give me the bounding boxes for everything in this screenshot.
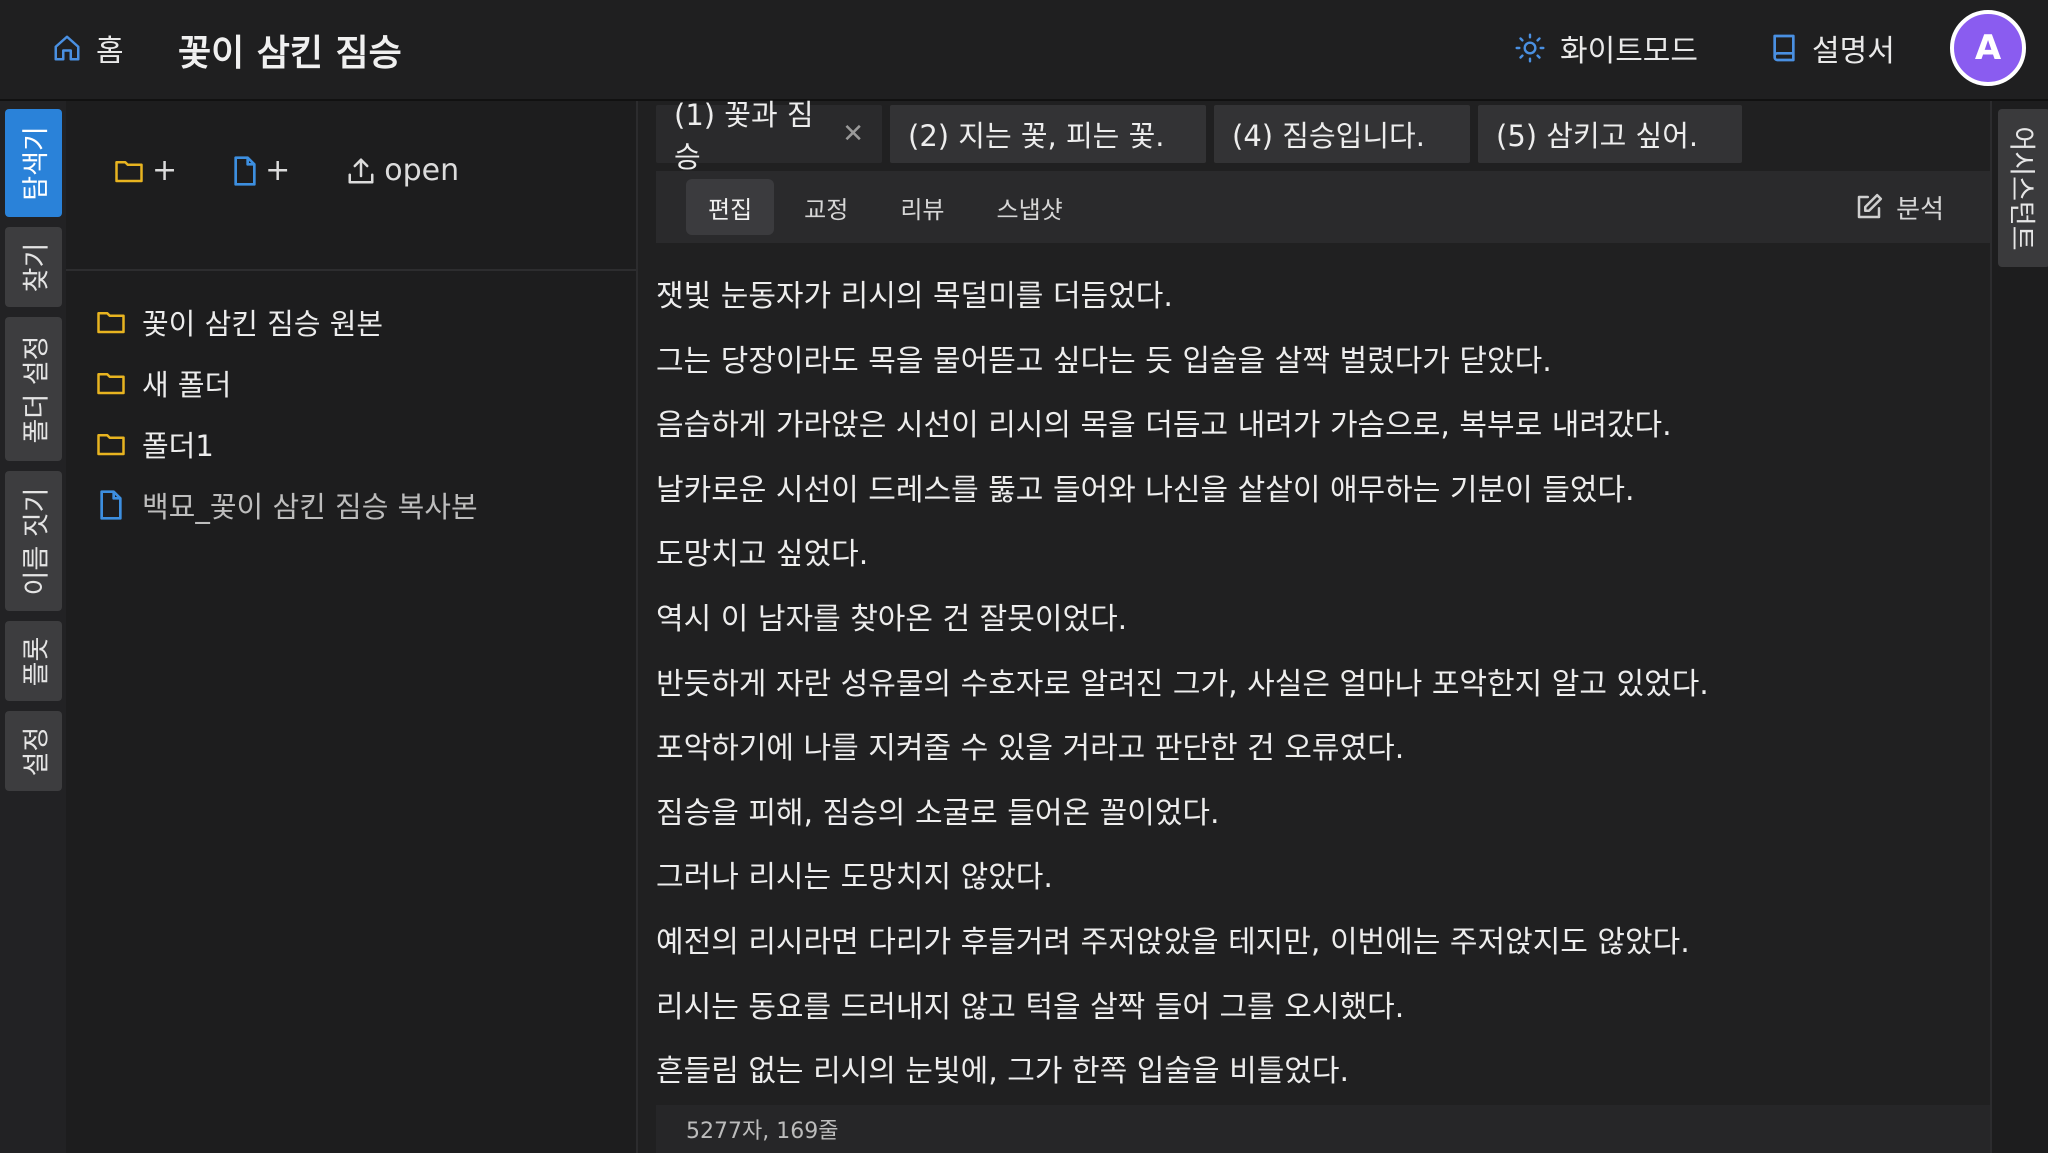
sun-icon — [1514, 32, 1546, 64]
tree-item-label: 백묘_꽃이 삼킨 짐승 복사본 — [142, 489, 478, 524]
home-button[interactable]: 홈 — [52, 28, 124, 69]
text-line: 날카로운 시선이 드레스를 뚫고 들어와 나신을 샅샅이 애무하는 기분이 들었… — [656, 472, 1635, 508]
text-line: 리시는 동요를 드러내지 않고 턱을 살짝 들어 그를 오시했다. — [656, 989, 1405, 1025]
folder-icon — [114, 158, 144, 184]
tab-assistant[interactable]: 어시스턴트 — [1998, 109, 2048, 267]
character-count: 5277자, 169줄 — [686, 1119, 839, 1144]
text-line: 짐승을 피해, 짐승의 소굴로 들어온 꼴이었다. — [656, 795, 1220, 831]
mode-tab-review[interactable]: 리뷰 — [878, 179, 966, 235]
tab-document-4[interactable]: (4) 짐승입니다. — [1214, 105, 1470, 163]
text-line: 예전의 리시라면 다리가 후들거려 주저앉았을 테지만, 이번에는 주저앉지도 … — [656, 924, 1690, 960]
text-line: 도망치고 싶었다. — [656, 537, 869, 573]
tab-label: (1) 꽃과 짐승 — [674, 98, 814, 174]
mode-tab-snapshot[interactable]: 스냅샷 — [975, 179, 1085, 235]
tab-settings[interactable]: 설정 — [5, 711, 62, 791]
explorer-panel: + + open 꽃이 삼킨 짐승 원본 새 폴더 폴더1 백묘_꽃이 삼킨 짐… — [66, 101, 638, 1153]
tab-explorer[interactable]: 탐색기 — [5, 109, 62, 217]
manual-button[interactable]: 설명서 — [1770, 28, 1895, 69]
tab-naming[interactable]: 이름 짓기 — [5, 471, 62, 611]
text-line: 포악하기에 나를 지켜줄 수 있을 거라고 판단한 건 오류였다. — [656, 731, 1405, 767]
assistant-bar: 어시스턴트 — [1990, 101, 2048, 1153]
explorer-toolbar: + + open — [114, 153, 459, 188]
text-line: 음습하게 가라앉은 시선이 리시의 목을 더듬고 내려가 가슴으로, 복부로 내… — [656, 408, 1672, 444]
file-icon — [233, 155, 257, 186]
mode-tabs: 편집 교정 리뷰 스냅샷 — [686, 179, 1085, 235]
tab-document-2[interactable]: (2) 지는 꽃, 피는 꽃. — [890, 105, 1206, 163]
assistant-label: 어시스턴트 — [2005, 125, 2037, 251]
tab-label: (4) 짐승입니다. — [1232, 119, 1425, 153]
folder-icon — [96, 431, 126, 457]
analysis-button[interactable]: 분석 — [1854, 185, 1944, 229]
page-title: 꽃이 삼킨 짐승 — [178, 33, 402, 74]
book-icon — [1770, 32, 1798, 64]
avatar[interactable]: A — [1950, 10, 2026, 86]
close-icon[interactable]: ✕ — [842, 119, 864, 149]
open-button[interactable]: open — [346, 153, 459, 188]
file-icon — [96, 489, 126, 520]
status-bar: 5277자, 169줄 — [656, 1105, 1990, 1153]
text-line: 흔들림 없는 리시의 눈빛에, 그가 한쪽 입술을 비틀었다. — [656, 1054, 1350, 1090]
new-folder-label: + — [152, 153, 178, 188]
mode-tab-proofread[interactable]: 교정 — [782, 179, 870, 235]
manual-label: 설명서 — [1812, 34, 1895, 69]
divider — [66, 269, 636, 271]
tree-item-label: 새 폴더 — [142, 367, 232, 402]
mode-toolbar: 편집 교정 리뷰 스냅샷 분석 — [656, 171, 1990, 243]
tab-label: (5) 삼키고 싶어. — [1496, 119, 1699, 153]
text-line: 그는 당장이라도 목을 물어뜯고 싶다는 듯 입술을 살짝 벌렸다가 닫았다. — [656, 343, 1552, 379]
tree-item-label: 폴더1 — [142, 428, 214, 463]
tree-file[interactable]: 백묘_꽃이 삼킨 짐승 복사본 — [96, 474, 478, 535]
upload-icon — [346, 156, 376, 186]
text-line: 반듯하게 자란 성유물의 수호자로 알려진 그가, 사실은 얼마나 포악한지 알… — [656, 666, 1709, 702]
home-label: 홈 — [96, 34, 124, 69]
tab-label: (2) 지는 꽃, 피는 꽃. — [908, 119, 1165, 153]
open-label: open — [384, 153, 460, 188]
text-editor[interactable]: 잿빛 눈동자가 리시의 목덜미를 더듬었다. 그는 당장이라도 목을 물어뜯고 … — [656, 269, 1976, 1109]
tab-search[interactable]: 찾기 — [5, 227, 62, 307]
new-file-label: + — [265, 153, 291, 188]
tab-plot[interactable]: 플롯 — [5, 621, 62, 701]
folder-icon — [96, 370, 126, 396]
editor-panel: (1) 꽃과 짐승 ✕ (2) 지는 꽃, 피는 꽃. (4) 짐승입니다. (… — [638, 98, 1990, 1153]
theme-toggle-button[interactable]: 화이트모드 — [1514, 28, 1698, 69]
folder-icon — [96, 309, 126, 335]
text-line: 잿빛 눈동자가 리시의 목덜미를 더듬었다. — [656, 279, 1173, 314]
home-icon — [52, 33, 82, 63]
tree-item-label: 꽃이 삼킨 짐승 원본 — [142, 306, 384, 341]
new-file-button[interactable]: + — [233, 153, 290, 188]
text-line: 그러나 리시는 도망치지 않았다. — [656, 860, 1053, 896]
tree-folder[interactable]: 폴더1 — [96, 413, 478, 474]
document-tabs: (1) 꽃과 짐승 ✕ (2) 지는 꽃, 피는 꽃. (4) 짐승입니다. (… — [656, 98, 1742, 174]
file-tree: 꽃이 삼킨 짐승 원본 새 폴더 폴더1 백묘_꽃이 삼킨 짐승 복사본 — [96, 291, 478, 535]
new-folder-button[interactable]: + — [114, 153, 177, 188]
tree-folder[interactable]: 새 폴더 — [96, 352, 478, 413]
tree-folder[interactable]: 꽃이 삼킨 짐승 원본 — [96, 291, 478, 352]
tab-document-1[interactable]: (1) 꽃과 짐승 ✕ — [656, 98, 882, 174]
mode-tab-edit[interactable]: 편집 — [686, 179, 775, 235]
top-header: 홈 꽃이 삼킨 짐승 화이트모드 설명서 A — [0, 0, 2048, 101]
left-activity-bar: 탐색기 찾기 폴더 설정 이름 짓기 플롯 설정 — [0, 101, 66, 1153]
tab-document-5[interactable]: (5) 삼키고 싶어. — [1478, 105, 1742, 163]
edit-icon — [1854, 192, 1884, 222]
text-line: 역시 이 남자를 찾아온 건 잘못이었다. — [656, 601, 1128, 637]
analysis-label: 분석 — [1896, 194, 1944, 225]
tab-folder-settings[interactable]: 폴더 설정 — [5, 317, 62, 461]
theme-label: 화이트모드 — [1560, 34, 1698, 69]
